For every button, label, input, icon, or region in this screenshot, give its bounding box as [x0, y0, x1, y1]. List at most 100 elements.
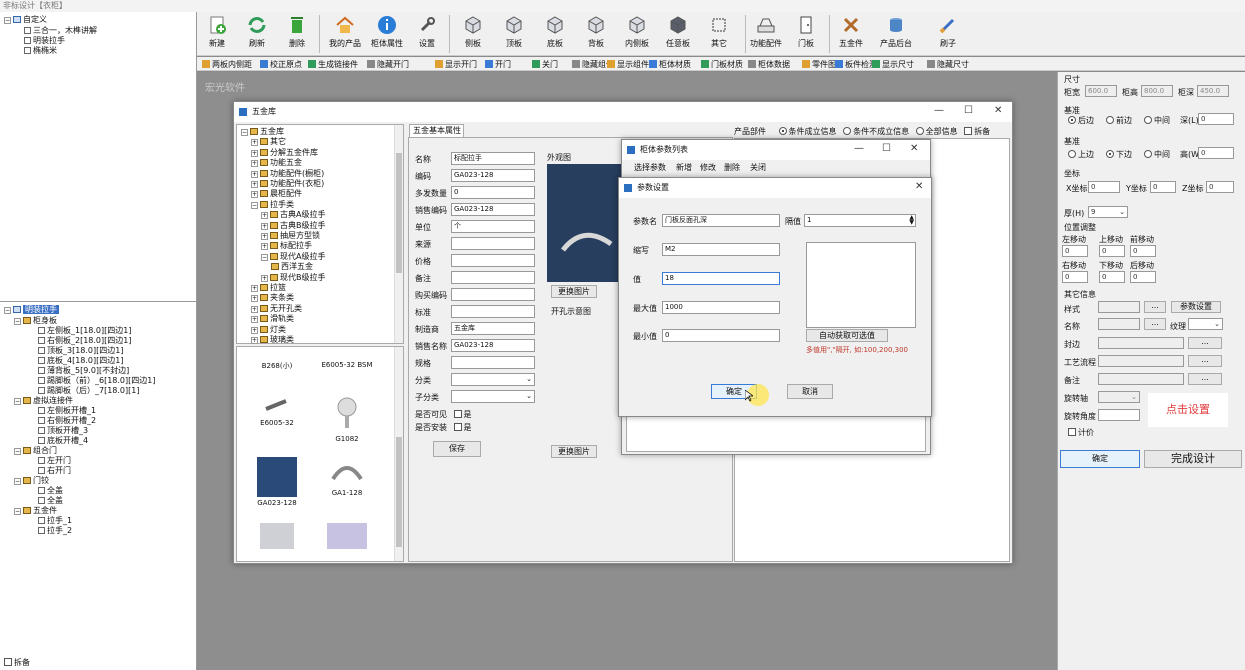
- max-input[interactable]: 1000: [662, 301, 780, 314]
- install-checkbox[interactable]: 是否安装 是: [415, 422, 472, 433]
- maximize-icon[interactable]: ☐: [964, 105, 973, 116]
- tree-item[interactable]: 明装拉手: [24, 36, 65, 46]
- toolbar2-item[interactable]: 两板内侧距: [202, 59, 252, 70]
- radio-true-conditions[interactable]: [778, 127, 787, 135]
- toolbar2-item[interactable]: 板件检测: [835, 59, 877, 70]
- hardware-tree-item[interactable]: + 玻璃类: [251, 335, 294, 345]
- tree-item[interactable]: 顶板开槽_3: [38, 426, 88, 436]
- hardware-thumbnail[interactable]: E6005-32 BSM: [317, 359, 377, 369]
- auto-fetch-button[interactable]: 自动获取可选值: [806, 329, 888, 342]
- split-checkbox[interactable]: 拆备: [4, 658, 30, 668]
- edge-browse-button[interactable]: ...: [1188, 337, 1222, 349]
- expand-icon[interactable]: +: [261, 212, 268, 220]
- my-products-button[interactable]: 我的产品: [325, 14, 365, 54]
- tree-item[interactable]: 全盖: [38, 486, 63, 496]
- prop-input[interactable]: 五金库: [451, 322, 535, 335]
- cancel-button[interactable]: 取消: [787, 384, 833, 399]
- price-checkbox[interactable]: 计价: [1068, 427, 1094, 438]
- hardware-thumbnail[interactable]: GA1-128: [317, 457, 377, 497]
- tree-item[interactable]: 椭椭米: [24, 46, 57, 56]
- hardware-tree-item[interactable]: − 拉手类: [251, 200, 294, 210]
- replace-hole-image-button[interactable]: 更换图片: [551, 445, 597, 458]
- hardware-thumbnail[interactable]: E6005-32: [247, 395, 307, 427]
- height-input[interactable]: 800.0: [1141, 85, 1173, 97]
- hardware-tree-item[interactable]: + 功能五金: [251, 158, 302, 168]
- tree-item[interactable]: 踢脚板（后）_7[18.0][1]: [38, 386, 139, 396]
- tree-item[interactable]: 底板_4[18.0][四边1]: [38, 356, 123, 366]
- top-board-button[interactable]: 顶板: [496, 14, 532, 54]
- expand-icon[interactable]: +: [261, 222, 268, 230]
- prop-input[interactable]: [451, 237, 535, 250]
- replace-image-button[interactable]: 更换图片: [551, 285, 597, 298]
- prop-input[interactable]: [451, 271, 535, 284]
- height-offset-input[interactable]: 0: [1198, 147, 1234, 159]
- depth-input[interactable]: 450.0: [1197, 85, 1229, 97]
- base2-mid-radio[interactable]: 中间: [1144, 149, 1170, 160]
- hardware-tree-item[interactable]: + 现代B级拉手: [261, 273, 326, 283]
- maximize-icon[interactable]: ☐: [882, 143, 891, 154]
- hardware-tree-item[interactable]: + 分解五金件库: [251, 148, 318, 158]
- split-checkbox[interactable]: [964, 127, 973, 135]
- collapse-icon[interactable]: −: [14, 318, 21, 325]
- hardware-tree-item[interactable]: 西洋五金: [271, 262, 313, 272]
- hardware-tree-item[interactable]: + 古典A级拉手: [261, 210, 325, 220]
- hardware-tree-item[interactable]: + 功能配件(橱柜): [251, 169, 324, 179]
- base-mid-radio[interactable]: 中间: [1144, 115, 1170, 126]
- hardware-button[interactable]: 五金件: [834, 14, 868, 54]
- cabinet-properties-button[interactable]: 柜体属性: [367, 14, 407, 54]
- expand-icon[interactable]: +: [251, 160, 258, 168]
- panel-ok-button[interactable]: 确定: [1060, 450, 1140, 468]
- toolbar2-item[interactable]: 开门: [485, 59, 511, 70]
- refresh-button[interactable]: 刷新: [242, 14, 272, 54]
- product-backend-button[interactable]: 产品后台: [875, 14, 917, 54]
- bottom-board-button[interactable]: 底板: [537, 14, 573, 54]
- prop-input[interactable]: 个: [451, 220, 535, 233]
- expand-icon[interactable]: +: [251, 337, 258, 344]
- param-name-input[interactable]: 门板反面孔深: [662, 214, 780, 227]
- move-input[interactable]: 0: [1062, 245, 1088, 257]
- menu-close[interactable]: 关闭: [750, 162, 766, 173]
- click-set-image[interactable]: 点击设置: [1148, 393, 1228, 427]
- sep-spinner[interactable]: 1 ▲ ▼: [804, 214, 916, 227]
- expand-icon[interactable]: +: [251, 149, 258, 157]
- tree-item[interactable]: 左侧板_1[18.0][四边1]: [38, 326, 131, 336]
- edge-input[interactable]: [1098, 337, 1184, 349]
- tree-item[interactable]: 左侧板开槽_1: [38, 406, 96, 416]
- expand-icon[interactable]: +: [251, 139, 258, 147]
- tree-group[interactable]: − 门铰: [14, 476, 49, 486]
- expand-icon[interactable]: +: [251, 305, 258, 313]
- hardware-tree-item[interactable]: − 五金库: [241, 127, 284, 137]
- radio-all[interactable]: [915, 127, 924, 135]
- hardware-tree-item[interactable]: + 灯类: [251, 325, 286, 335]
- process-input[interactable]: [1098, 355, 1184, 367]
- expand-icon[interactable]: +: [261, 233, 268, 240]
- style-input[interactable]: [1098, 301, 1140, 313]
- move-input[interactable]: 0: [1099, 245, 1125, 257]
- hardware-tree-item[interactable]: − 现代A级拉手: [261, 252, 325, 262]
- prop-input[interactable]: [451, 254, 535, 267]
- axis-select[interactable]: ⌄: [1098, 391, 1140, 403]
- depth-offset-input[interactable]: 0: [1198, 113, 1234, 125]
- x-input[interactable]: 0: [1088, 181, 1120, 193]
- tree-item[interactable]: 右侧板开槽_2: [38, 416, 96, 426]
- tree-item[interactable]: 拉手_2: [38, 526, 72, 536]
- toolbar2-item[interactable]: 生成链接件: [308, 59, 358, 70]
- toolbar2-item[interactable]: 显示开门: [435, 59, 477, 70]
- delete-button[interactable]: 删除: [282, 14, 312, 54]
- y-input[interactable]: 0: [1150, 181, 1176, 193]
- collapse-icon[interactable]: −: [14, 398, 21, 405]
- note-input[interactable]: [1098, 373, 1184, 385]
- toolbar2-item[interactable]: 隐藏尺寸: [927, 59, 969, 70]
- process-browse-button[interactable]: ...: [1188, 355, 1222, 367]
- prop-input[interactable]: 标配拉手: [451, 152, 535, 165]
- prop-input[interactable]: [451, 356, 535, 369]
- prop-input[interactable]: GA023-128: [451, 169, 535, 182]
- save-button[interactable]: 保存: [433, 441, 481, 457]
- z-input[interactable]: 0: [1206, 181, 1234, 193]
- min-input[interactable]: 0: [662, 329, 780, 342]
- prop-input[interactable]: ⌄: [451, 373, 535, 386]
- collapse-icon[interactable]: −: [14, 478, 21, 485]
- move-input[interactable]: 0: [1130, 245, 1156, 257]
- param-settings-button[interactable]: 参数设置: [1171, 301, 1221, 313]
- expand-icon[interactable]: +: [261, 243, 268, 251]
